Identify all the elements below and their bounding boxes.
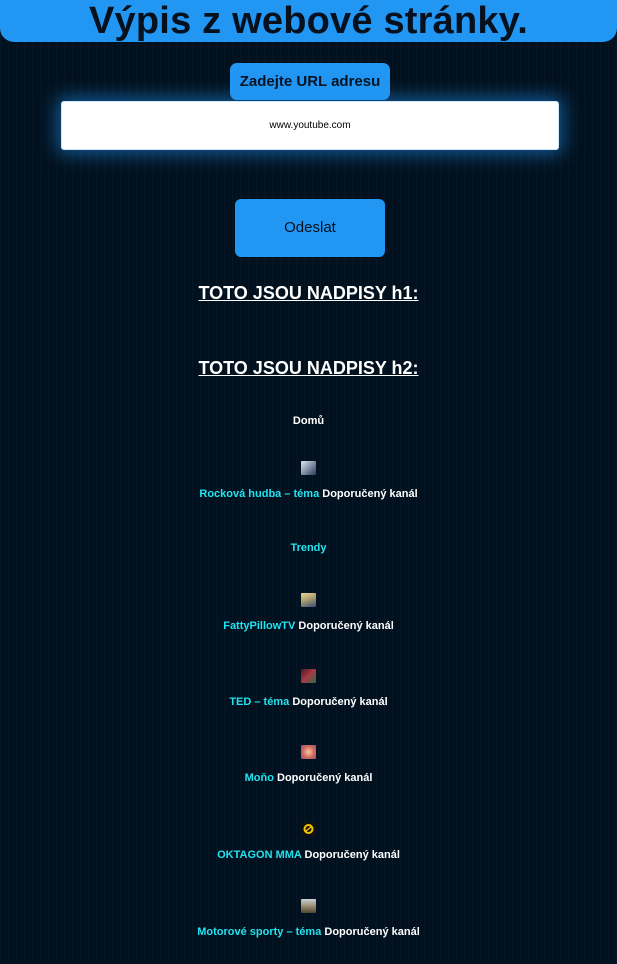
channel-text: FattyPillowTV Doporučený kanál [0,620,617,633]
channel-suffix: Doporučený kanál [277,772,373,784]
url-input[interactable] [61,101,559,150]
channel-link-mono[interactable]: Moňo [245,772,274,784]
channel-text: Rocková hudba – téma Doporučený kanál [0,488,617,501]
motorsport-thumbnail-icon[interactable] [301,899,316,913]
channel-link-fattypillowtv[interactable]: FattyPillowTV [223,620,295,632]
channel-link-oktagon-mma[interactable]: OKTAGON MMA [217,849,301,861]
channel-item: TED – téma Doporučený kanál [0,669,617,709]
channel-suffix: Doporučený kanál [304,849,400,861]
channel-suffix: Doporučený kanál [292,696,388,708]
channel-link-ted[interactable]: TED – téma [229,696,289,708]
h1-section-heading: TOTO JSOU NADPISY h1: [198,283,419,303]
channel-item: OKTAGON MMA Doporučený kanál [0,822,617,862]
channel-link-motorsport[interactable]: Motorové sporty – téma [197,926,321,938]
page-title: Výpis z webové stránky. [89,0,528,42]
channel-text: TED – téma Doporučený kanál [0,696,617,709]
channel-item: Rocková hudba – téma Doporučený kanál [0,461,617,501]
oktagon-mma-thumbnail-icon[interactable] [301,822,316,836]
channel-item: FattyPillowTV Doporučený kanál [0,593,617,633]
submit-button[interactable]: Odeslat [235,199,385,257]
channel-suffix: Doporučený kanál [298,620,394,632]
ted-thumbnail-icon[interactable] [301,669,316,683]
channel-item: Motorové sporty – téma Doporučený kanál [0,899,617,939]
h2-section-heading: TOTO JSOU NADPISY h2: [198,358,419,378]
url-label: Zadejte URL adresu [230,63,390,100]
channel-suffix: Doporučený kanál [322,488,418,500]
page-header: Výpis z webové stránky. [0,0,617,42]
channel-text: Motorové sporty – téma Doporučený kanál [0,926,617,939]
mono-thumbnail-icon[interactable] [301,745,316,759]
rock-music-thumbnail-icon[interactable] [301,461,316,475]
channel-text: OKTAGON MMA Doporučený kanál [0,849,617,862]
fattypillowtv-thumbnail-icon[interactable] [301,593,316,607]
channel-item: Moňo Doporučený kanál [0,745,617,785]
channel-link-rock-music[interactable]: Rocková hudba – téma [199,488,319,500]
h2-item-trending[interactable]: Trendy [0,542,617,554]
h2-item-home: Domů [292,415,325,427]
channel-suffix: Doporučený kanál [324,926,420,938]
channel-text: Moňo Doporučený kanál [0,772,617,785]
